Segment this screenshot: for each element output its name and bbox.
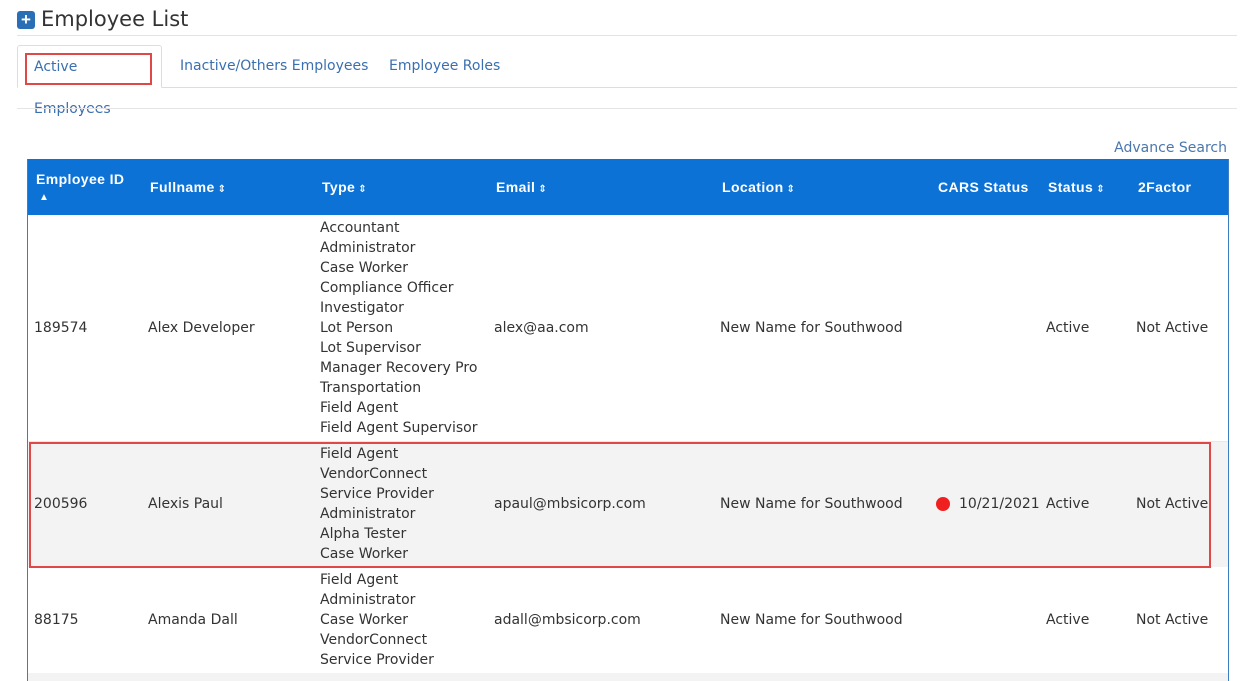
sort-icon[interactable]: ⇕ [538,184,547,195]
cell-employee-id: 189574 [34,319,88,336]
tab-active-employees[interactable]: Active Employees [17,45,162,117]
tab-bar: Active Employees Inactive/Others Employe… [17,45,1237,117]
cell-email: apaul@mbsicorp.com [488,440,714,567]
status-dot-icon [936,497,950,512]
cell-fullname: Amanda Dall [148,612,238,628]
type-item: Administrator [320,592,416,608]
employee-table-container: Employee ID ▲ Fullname ⇕ Type ⇕ Email ⇕ Loca… [27,159,1229,681]
tab-employee-roles[interactable]: Employee Roles [373,45,516,87]
type-item: Case Worker [320,546,409,563]
partial-row [28,673,1228,681]
cell-status: Active [1046,612,1090,628]
cell-location: New Name for Southwood [720,612,903,628]
table-header-row: Employee ID ▲ Fullname ⇕ Type ⇕ Email ⇕ Loca… [28,159,1228,215]
cell-fullname: Alex Developer [148,319,255,336]
type-item: Administrator [320,506,416,523]
cell-2factor: Not Active [1130,440,1228,567]
type-item: VendorConnect Service Provider [320,632,434,668]
sort-icon[interactable]: ⇕ [1096,184,1105,195]
type-item: VendorConnect Service Provider [320,466,434,503]
table-row[interactable]: 200596 Alexis Paul Field Agent VendorCon… [28,440,1228,567]
type-item: Case Worker [320,259,409,276]
table-row[interactable]: 189574 Alex Developer Accountant Adminis… [28,215,1228,441]
type-item: Field Agent [320,572,399,588]
cell-location: New Name for Southwood [720,319,903,336]
cell-type: Field Agent VendorConnect Service Provid… [314,440,488,567]
type-item: Compliance Officer [320,279,454,296]
cell-email: adall@mbsicorp.com [494,612,641,628]
header-email[interactable]: Email ⇕ [488,159,714,215]
advance-search-link[interactable]: Advance Search [1114,140,1227,156]
sort-icon[interactable]: ⇕ [358,184,367,195]
cell-2factor: Not Active [1136,319,1209,336]
cell-employee-id: 200596 [28,440,142,567]
type-item: Transportation [320,379,422,396]
header-fullname[interactable]: Fullname ⇕ [142,159,314,215]
type-item: Field Agent [320,446,399,463]
cell-fullname: Alexis Paul [142,440,314,567]
type-item: Field Agent Supervisor [320,419,478,436]
cell-2factor: Not Active [1136,612,1209,628]
type-item: Manager Recovery Pro [320,359,478,376]
cell-cars-status: 10/21/2021 [930,440,1040,567]
cars-status-date: 10/21/2021 [959,496,1040,513]
header-cars-status: CARS Status [930,159,1040,215]
cell-cars-status [930,215,1040,441]
cell-email: alex@aa.com [494,319,589,336]
type-item: Alpha Tester [320,526,407,543]
cell-status: Active [1046,319,1090,336]
sort-icon[interactable]: ▲ [39,192,49,203]
header-status[interactable]: Status ⇕ [1040,159,1130,215]
type-item: Lot Person [320,319,394,336]
type-item: Lot Supervisor [320,339,421,356]
page-title: Employee List [41,7,189,31]
cell-type: Accountant Administrator Case Worker Com… [314,215,488,441]
page-header: + Employee List [17,7,1237,36]
header-2factor: 2Factor [1130,159,1228,215]
tab-inactive-employees[interactable]: Inactive/Others Employees [164,45,384,87]
cell-type: Field Agent Administrator Case Worker Ve… [314,567,488,673]
header-type[interactable]: Type ⇕ [314,159,488,215]
type-item: Administrator [320,239,416,256]
cell-cars-status [930,567,1040,673]
sort-icon[interactable]: ⇕ [787,184,796,195]
type-item: Investigator [320,299,404,316]
employee-table: Employee ID ▲ Fullname ⇕ Type ⇕ Email ⇕ Loca… [28,159,1228,681]
type-item: Case Worker [320,612,409,628]
table-row[interactable]: 88175 Amanda Dall Field Agent Administra… [28,567,1228,673]
sort-icon[interactable]: ⇕ [218,184,227,195]
type-item: Field Agent [320,399,399,416]
table-row[interactable] [28,673,1228,681]
type-item: Accountant [320,219,400,236]
cell-location: New Name for Southwood [714,440,930,567]
cell-status: Active [1040,440,1130,567]
plus-icon[interactable]: + [17,11,35,29]
header-location[interactable]: Location ⇕ [714,159,930,215]
cell-employee-id: 88175 [34,612,79,628]
divider [17,108,1237,109]
header-employee-id[interactable]: Employee ID ▲ [28,159,142,215]
